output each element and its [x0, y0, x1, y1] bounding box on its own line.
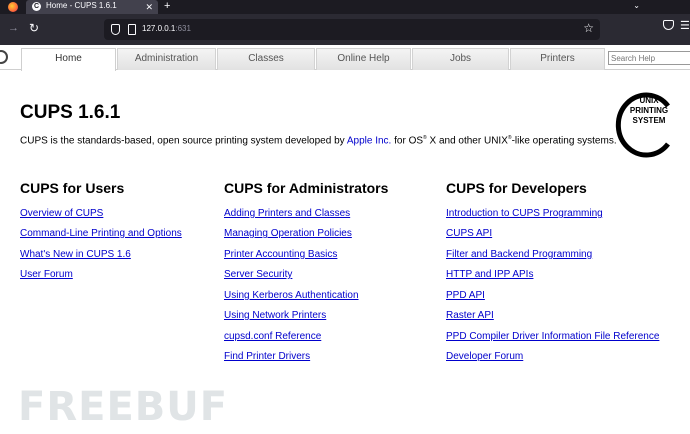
- svg-text:UNIX: UNIX: [639, 96, 659, 105]
- link-ppd-api[interactable]: PPD API: [446, 290, 485, 301]
- svg-text:SYSTEM: SYSTEM: [633, 116, 666, 125]
- link-network-printers[interactable]: Using Network Printers: [224, 310, 326, 321]
- link-overview[interactable]: Overview of CUPS: [20, 208, 103, 219]
- new-tab-button[interactable]: +: [164, 0, 170, 13]
- browser-tab-active[interactable]: C Home - CUPS 1.6.1 ✕: [26, 0, 158, 14]
- pocket-icon[interactable]: [663, 20, 674, 30]
- url-text[interactable]: 127.0.0.1:631: [142, 24, 191, 33]
- tab-printers[interactable]: Printers: [510, 48, 605, 70]
- apple-link[interactable]: Apple Inc.: [347, 135, 391, 146]
- intro-text: CUPS is the standards-based, open source…: [20, 135, 617, 147]
- tab-online-help[interactable]: Online Help: [316, 48, 411, 70]
- bookmark-star-icon[interactable]: ☆: [583, 21, 594, 35]
- watermark: FREEBUF: [18, 384, 229, 430]
- cups-logo: UNIX PRINTING SYSTEM: [615, 92, 670, 158]
- tab-home[interactable]: Home: [21, 48, 116, 71]
- link-kerberos[interactable]: Using Kerberos Authentication: [224, 290, 359, 301]
- link-whats-new[interactable]: What's New in CUPS 1.6: [20, 249, 131, 260]
- reload-icon[interactable]: ↻: [29, 21, 39, 35]
- link-intro-programming[interactable]: Introduction to CUPS Programming: [446, 208, 603, 219]
- cups-nav-tabs: Home Administration Classes Online Help …: [0, 45, 690, 71]
- browser-nav-bar: → ↻ 127.0.0.1:631 ☆ ☰: [0, 14, 690, 45]
- search-help-input[interactable]: [608, 51, 690, 65]
- users-heading: CUPS for Users: [20, 180, 125, 196]
- link-developer-forum[interactable]: Developer Forum: [446, 351, 523, 362]
- cups-favicon-icon: C: [32, 2, 41, 11]
- svg-text:PRINTING: PRINTING: [630, 106, 668, 115]
- cups-logo-mini-icon[interactable]: [0, 50, 8, 64]
- link-filter-backend[interactable]: Filter and Backend Programming: [446, 249, 592, 260]
- shield-icon[interactable]: [111, 24, 120, 35]
- link-operation-policies[interactable]: Managing Operation Policies: [224, 228, 352, 239]
- browser-tab-strip: C Home - CUPS 1.6.1 ✕ + ⌄: [0, 0, 690, 14]
- tab-title: Home - CUPS 1.6.1: [46, 1, 117, 10]
- list-tabs-icon[interactable]: ⌄: [633, 0, 640, 12]
- link-ppd-compiler[interactable]: PPD Compiler Driver Information File Ref…: [446, 331, 659, 342]
- firefox-icon[interactable]: [8, 2, 18, 12]
- url-bar[interactable]: 127.0.0.1:631 ☆: [104, 19, 600, 40]
- developers-heading: CUPS for Developers: [446, 180, 587, 196]
- link-command-line[interactable]: Command-Line Printing and Options: [20, 228, 182, 239]
- link-raster-api[interactable]: Raster API: [446, 310, 494, 321]
- link-http-ipp[interactable]: HTTP and IPP APIs: [446, 269, 533, 280]
- link-adding-printers[interactable]: Adding Printers and Classes: [224, 208, 350, 219]
- page-info-icon[interactable]: [128, 24, 136, 35]
- link-user-forum[interactable]: User Forum: [20, 269, 73, 280]
- link-server-security[interactable]: Server Security: [224, 269, 292, 280]
- close-tab-icon[interactable]: ✕: [145, 0, 153, 14]
- admins-heading: CUPS for Administrators: [224, 180, 389, 196]
- link-accounting[interactable]: Printer Accounting Basics: [224, 249, 337, 260]
- forward-icon[interactable]: →: [8, 22, 19, 34]
- link-find-drivers[interactable]: Find Printer Drivers: [224, 351, 310, 362]
- tab-jobs[interactable]: Jobs: [412, 48, 509, 70]
- tab-administration[interactable]: Administration: [117, 48, 216, 70]
- link-cups-api[interactable]: CUPS API: [446, 228, 492, 239]
- link-cupsd-conf[interactable]: cupsd.conf Reference: [224, 331, 321, 342]
- tab-classes[interactable]: Classes: [217, 48, 315, 70]
- page-title: CUPS 1.6.1: [20, 102, 121, 123]
- app-menu-icon[interactable]: ☰: [680, 19, 690, 32]
